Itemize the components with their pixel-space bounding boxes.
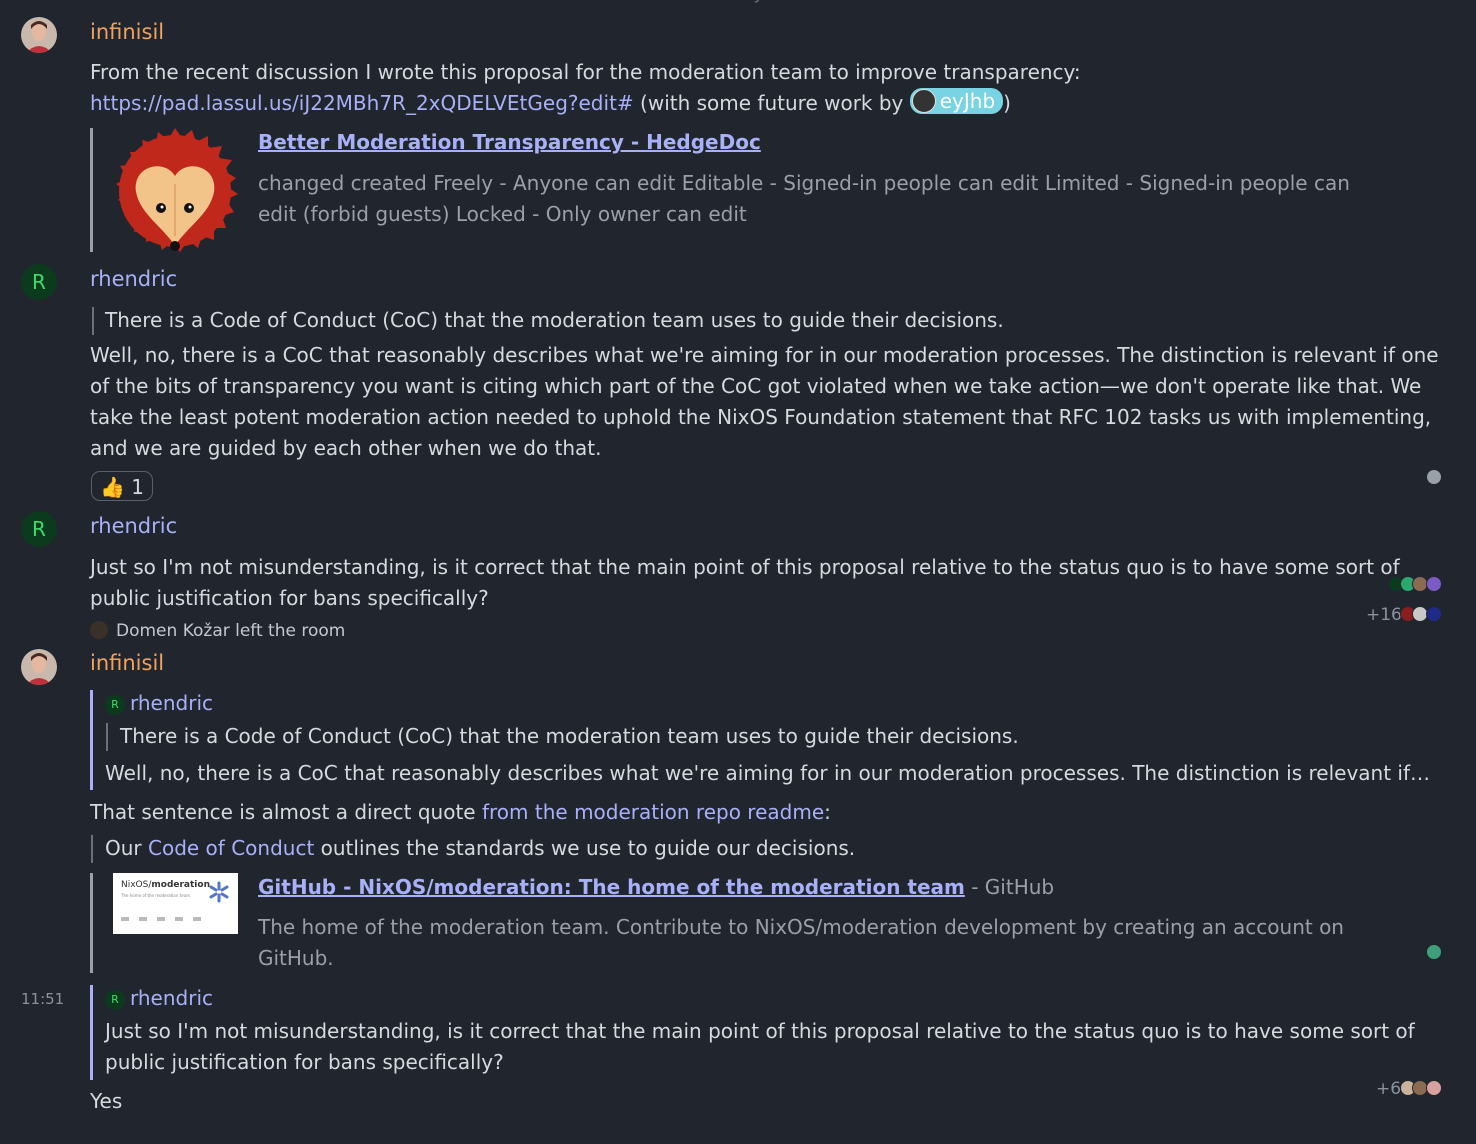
message-text: and we are guided by each other when we … [90, 436, 602, 460]
user-photo-icon [21, 17, 57, 53]
reply-text[interactable]: public justification for bans specifical… [105, 1047, 504, 1078]
message-text: take the least potent moderation action … [90, 405, 1432, 429]
quote-border [92, 307, 94, 335]
preview-site-name: - GitHub [964, 875, 1055, 899]
quote-text-span: Our [105, 836, 148, 860]
message-text: Yes [90, 1089, 123, 1113]
user-photo-icon [21, 649, 57, 685]
nixos-logo-icon [209, 881, 229, 903]
reaction-thumbs-up[interactable]: 👍 1 [91, 471, 153, 501]
reply-border [90, 690, 93, 790]
reply-sender[interactable]: rhendric [130, 983, 213, 1013]
reaction-count: 1 [131, 475, 144, 499]
preview-border [90, 128, 93, 252]
reply-text[interactable]: Well, no, there is a CoC that reasonably… [105, 758, 1430, 789]
read-receipt-avatar[interactable] [1426, 576, 1442, 592]
avatar-infinisil[interactable] [21, 649, 57, 685]
hedgedoc-logo-icon [112, 128, 238, 254]
message-text: From the recent discussion I wrote this … [90, 60, 1081, 84]
read-receipt-avatar[interactable] [1426, 469, 1442, 485]
preview-description: changed created Freely - Anyone can edit… [258, 171, 1350, 195]
message-text: That sentence is almost a direct quote f… [90, 797, 831, 828]
avatar-domen[interactable] [90, 621, 108, 639]
avatar-rhendric[interactable]: R [21, 511, 57, 547]
quote-text: There is a Code of Conduct (CoC) that th… [105, 308, 1004, 332]
github-preview-thumbnail: NixOS/moderation The home of the moderat… [113, 873, 238, 934]
avatar-infinisil[interactable] [21, 17, 57, 53]
message-timestamp[interactable]: 11:51 [21, 984, 64, 1015]
pad-link[interactable]: https://pad.lassul.us/iJ22MBh7R_2xQDELVE… [90, 91, 634, 115]
read-receipt-avatar[interactable] [1426, 606, 1442, 622]
reply-avatar[interactable]: R [105, 990, 125, 1010]
thumb-stats [121, 917, 201, 921]
read-receipt-avatar[interactable] [1426, 944, 1442, 960]
readme-link[interactable]: from the moderation repo readme [482, 800, 824, 824]
reply-avatar[interactable]: R [105, 695, 125, 715]
message-text-span: That sentence is almost a direct quote [90, 800, 482, 824]
message-text-span: ) [1003, 91, 1011, 115]
read-receipt-count[interactable]: +16 [1366, 600, 1402, 631]
reply-border [90, 985, 93, 1080]
message-text: https://pad.lassul.us/iJ22MBh7R_2xQDELVE… [90, 88, 1011, 119]
message-text: public justification for bans specifical… [90, 586, 489, 610]
message-text: Just so I'm not misunderstanding, is it … [90, 555, 1400, 579]
reply-sender[interactable]: rhendric [130, 688, 213, 718]
membership-event-text: Domen Kožar left the room [116, 621, 346, 641]
thumb-title: NixOS/moderation [121, 879, 210, 891]
reply-text[interactable]: Just so I'm not misunderstanding, is it … [105, 1016, 1415, 1047]
sender-name[interactable]: infinisil [90, 17, 164, 47]
code-of-conduct-link[interactable]: Code of Conduct [148, 836, 314, 860]
preview-title-link[interactable]: GitHub - NixOS/moderation: The home of t… [258, 875, 965, 899]
message-text: of the bits of transparency you want is … [90, 374, 1422, 398]
quote-border [91, 835, 93, 863]
read-receipt-avatar[interactable] [1426, 1080, 1442, 1096]
avatar-rhendric[interactable]: R [21, 264, 57, 300]
quote-text: There is a Code of Conduct (CoC) that th… [120, 724, 1019, 748]
preview-description: edit (forbid guests) Locked - Only owner… [258, 202, 747, 226]
read-receipt-count[interactable]: +6 [1376, 1074, 1401, 1105]
preview-heading: GitHub - NixOS/moderation: The home of t… [258, 872, 1054, 903]
preview-description: The home of the moderation team. Contrib… [258, 915, 1344, 939]
message-text: Well, no, there is a CoC that reasonably… [90, 343, 1439, 367]
thumb-title-owner: NixOS/ [121, 880, 152, 890]
preview-title-link[interactable]: Better Moderation Transparency - HedgeDo… [258, 127, 761, 158]
thumb-subtitle: The home of the moderation team [121, 893, 191, 898]
mention-avatar-icon [911, 89, 936, 113]
thumb-title-repo: moderation [151, 880, 210, 890]
sender-name[interactable]: rhendric [90, 511, 177, 541]
message-text-span: : [824, 800, 831, 824]
sender-name[interactable]: rhendric [90, 264, 177, 294]
mention-name: eyJhb [939, 89, 996, 113]
date-separator: Today [0, 0, 1476, 9]
quote-text: Our Code of Conduct outlines the standar… [105, 833, 855, 864]
message-text-span: (with some future work by [633, 91, 910, 115]
quote-border [106, 723, 108, 751]
preview-border [90, 873, 93, 973]
quote-text-span: outlines the standards we use to guide o… [314, 836, 856, 860]
preview-description: GitHub. [258, 946, 334, 970]
user-mention-pill[interactable]: eyJhb [909, 88, 1004, 114]
sender-name[interactable]: infinisil [90, 648, 164, 678]
thumbs-up-icon: 👍 [100, 475, 125, 499]
